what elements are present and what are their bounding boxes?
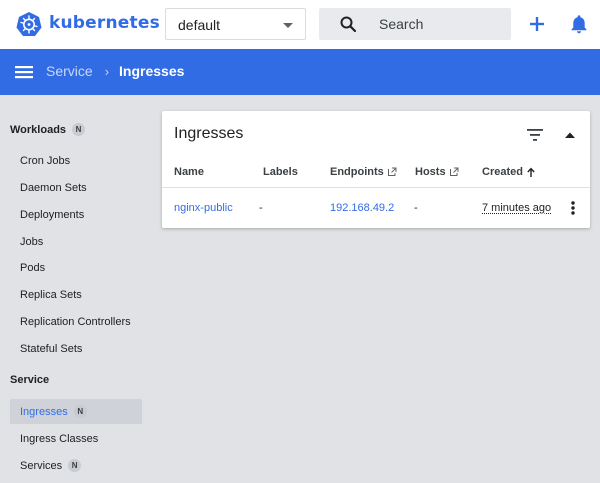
sidebar-item-daemon-sets[interactable]: Daemon Sets: [10, 175, 142, 200]
sidebar-section-service[interactable]: Service: [10, 374, 49, 386]
breadcrumb-toolbar: Service › Ingresses: [0, 49, 600, 95]
chevron-up-icon: [565, 132, 575, 138]
external-link-icon: [449, 167, 459, 176]
sidebar-item-label: Cron Jobs: [20, 154, 71, 167]
sidebar-item-label: Services: [20, 459, 63, 472]
namespace-value: default: [178, 17, 221, 33]
sidebar: Workloads N Cron Jobs Daemon Sets Deploy…: [0, 95, 152, 483]
sidebar-item-label: Replication Controllers: [20, 315, 131, 328]
bell-icon: [571, 15, 587, 34]
column-header-hosts: Hosts: [415, 166, 459, 178]
external-link-icon: [387, 167, 397, 176]
menu-icon: [15, 66, 33, 79]
sidebar-item-label: Deployments: [20, 208, 85, 221]
column-header-endpoints: Endpoints: [330, 166, 397, 178]
breadcrumb: Service › Ingresses: [46, 63, 184, 79]
sidebar-item-label: Daemon Sets: [20, 181, 87, 194]
section-title: Workloads: [10, 123, 67, 136]
endpoint-link[interactable]: 192.168.49.2: [330, 202, 394, 214]
chevron-right-icon: ›: [104, 63, 110, 79]
column-header-name[interactable]: Name: [174, 166, 204, 178]
sidebar-item-label: Ingresses: [20, 405, 68, 418]
column-label: Created: [482, 166, 523, 178]
namespaced-badge: N: [73, 405, 87, 418]
sort-arrow-up-icon: [527, 167, 535, 177]
sidebar-section-workloads[interactable]: Workloads N: [10, 123, 86, 136]
sidebar-item-label: Replica Sets: [20, 288, 82, 301]
column-label: Endpoints: [330, 166, 384, 178]
search-icon: [340, 16, 357, 33]
brand-name[interactable]: kubernetes: [49, 13, 160, 33]
more-vert-icon: [571, 201, 575, 215]
filter-icon: [527, 129, 543, 141]
column-label: Name: [174, 166, 204, 178]
column-label: Labels: [263, 166, 298, 178]
namespaced-badge: N: [72, 123, 86, 136]
create-resource-button[interactable]: [525, 12, 549, 36]
row-actions-button[interactable]: [565, 199, 581, 217]
sidebar-item-services[interactable]: Services N: [10, 453, 142, 478]
collapse-button[interactable]: [560, 125, 580, 145]
ingress-name-link[interactable]: nginx-public: [174, 202, 233, 214]
column-header-labels: Labels: [263, 166, 298, 178]
hosts-cell: -: [414, 202, 418, 214]
sidebar-item-label: Ingress Classes: [20, 432, 99, 445]
namespaced-badge: N: [68, 459, 82, 472]
search-input[interactable]: Search: [319, 8, 511, 40]
sidebar-item-jobs[interactable]: Jobs: [10, 229, 142, 254]
column-label: Hosts: [415, 166, 446, 178]
created-cell: 7 minutes ago: [482, 202, 552, 214]
sidebar-item-pods[interactable]: Pods: [10, 255, 142, 280]
labels-cell: -: [259, 202, 263, 214]
ingresses-card: Ingresses Name Labels Endpoints Hosts Cr…: [162, 111, 590, 228]
top-bar: kubernetes default Search: [0, 0, 600, 49]
sidebar-item-replication-controllers[interactable]: Replication Controllers: [10, 309, 142, 334]
sidebar-item-label: Jobs: [20, 235, 44, 248]
notifications-button[interactable]: [567, 12, 591, 36]
menu-button[interactable]: [12, 60, 36, 84]
chevron-down-icon: [283, 23, 293, 28]
card-title: Ingresses: [174, 125, 244, 142]
sidebar-item-label: Stateful Sets: [20, 342, 83, 355]
sidebar-item-label: Pods: [20, 261, 46, 274]
breadcrumb-current: Ingresses: [119, 63, 185, 79]
sidebar-item-cron-jobs[interactable]: Cron Jobs: [10, 148, 142, 173]
sidebar-item-deployments[interactable]: Deployments: [10, 202, 142, 227]
search-placeholder: Search: [379, 16, 424, 32]
sidebar-item-stateful-sets[interactable]: Stateful Sets: [10, 336, 142, 361]
namespace-select[interactable]: default: [165, 8, 306, 40]
section-title: Service: [10, 374, 50, 386]
sidebar-item-replica-sets[interactable]: Replica Sets: [10, 282, 142, 307]
column-header-created[interactable]: Created: [482, 166, 536, 178]
breadcrumb-service-link[interactable]: Service: [46, 63, 93, 79]
plus-icon: [530, 17, 544, 31]
kubernetes-logo-icon[interactable]: [16, 11, 42, 37]
filter-button[interactable]: [525, 125, 545, 145]
header-divider: [162, 187, 590, 188]
sidebar-item-ingress-classes[interactable]: Ingress Classes: [10, 426, 142, 451]
sidebar-item-ingresses[interactable]: Ingresses N: [10, 399, 142, 424]
